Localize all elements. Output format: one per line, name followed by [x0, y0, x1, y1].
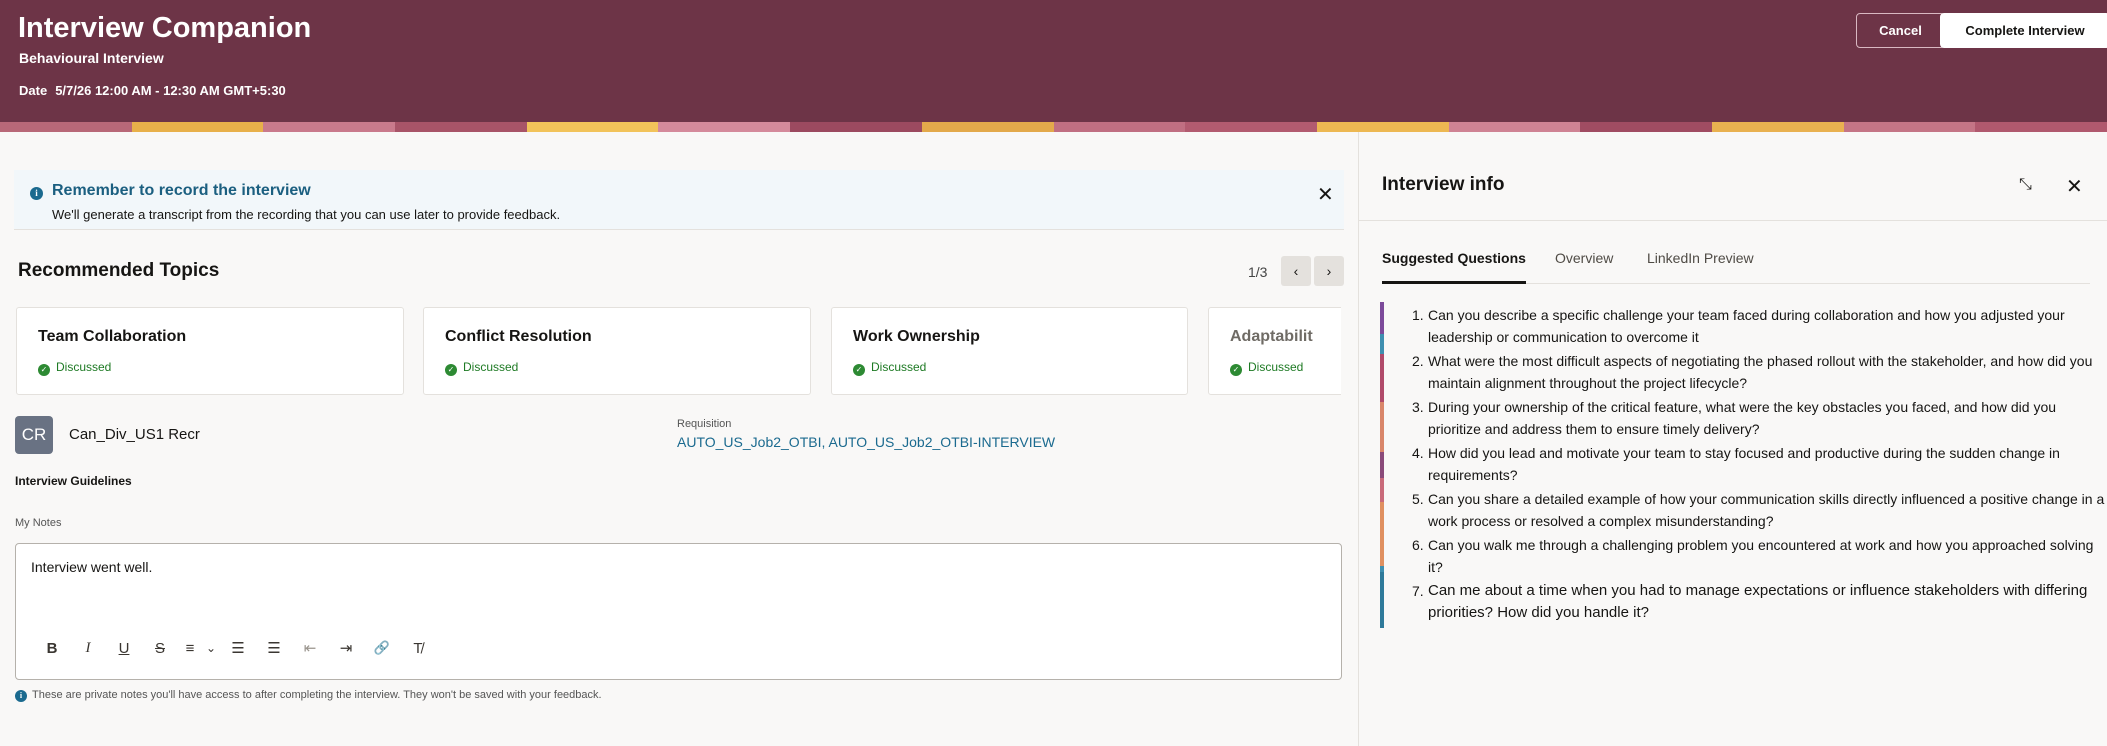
align-icon[interactable]: ≡ — [178, 640, 202, 657]
info-tabs: Suggested Questions Overview LinkedIn Pr… — [1382, 250, 2090, 284]
topic-card[interactable]: Work Ownership ✓ Discussed — [831, 307, 1188, 395]
underline-icon[interactable]: U — [106, 640, 142, 657]
question-number: 1. — [1412, 307, 1424, 323]
status-label: Discussed — [463, 360, 519, 374]
check-icon: ✓ — [853, 364, 865, 376]
list-item: 6. Can you walk me through a challenging … — [1412, 534, 2107, 578]
question-number: 3. — [1412, 399, 1424, 415]
list-item: 5. Can you share a detailed example of ho… — [1412, 488, 2107, 532]
close-icon[interactable]: ✕ — [1317, 182, 1334, 207]
interview-guidelines-link[interactable]: Interview Guidelines — [15, 474, 132, 488]
list-item: 3. During your ownership of the critical … — [1412, 396, 2107, 440]
list-item: 7. Can me about a time when you had to ma… — [1412, 580, 2107, 624]
list-item: 2. What were the most difficult aspects o… — [1412, 350, 2107, 394]
notes-text[interactable]: Interview went well. — [31, 559, 152, 575]
status-label: Discussed — [871, 360, 927, 374]
info-icon: i — [15, 690, 27, 702]
banner-text: We'll generate a transcript from the rec… — [52, 207, 561, 222]
topic-title: Team Collaboration — [38, 328, 187, 345]
tab-overview[interactable]: Overview — [1555, 250, 1613, 284]
banner-title: Remember to record the interview — [52, 182, 311, 199]
topics-pager: 1/3 — [1248, 264, 1268, 280]
recommended-topics-title: Recommended Topics — [18, 260, 220, 281]
topic-title: Work Ownership — [853, 328, 980, 345]
italic-icon[interactable]: I — [70, 640, 106, 657]
question-text: Can you share a detailed example of how … — [1428, 491, 2105, 529]
outdent-icon[interactable]: ⇤ — [292, 639, 328, 657]
topic-status: ✓ Discussed — [38, 360, 111, 376]
notes-label: My Notes — [15, 517, 62, 529]
topic-status: ✓ Discussed — [1230, 360, 1303, 376]
check-icon: ✓ — [445, 364, 457, 376]
status-label: Discussed — [1248, 360, 1304, 374]
candidate-name: Can_Div_US1 Recr — [69, 426, 200, 443]
date-value: 5/7/26 12:00 AM - 12:30 AM GMT+5:30 — [55, 83, 286, 98]
strikethrough-icon[interactable]: S — [142, 640, 178, 657]
page-header: Interview Companion Behavioural Intervie… — [0, 0, 2107, 132]
topic-status: ✓ Discussed — [853, 360, 926, 376]
info-icon: i — [30, 187, 43, 200]
record-reminder-banner: i Remember to record the interview We'll… — [14, 170, 1344, 230]
avatar: CR — [15, 416, 53, 454]
topic-card[interactable]: Team Collaboration ✓ Discussed — [16, 307, 404, 395]
topic-title: Adaptabilit — [1230, 328, 1313, 345]
indent-icon[interactable]: ⇥ — [328, 639, 364, 657]
requisition-link[interactable]: AUTO_US_Job2_OTBI, AUTO_US_Job2_OTBI-INT… — [677, 434, 1055, 450]
list-item: 4. How did you lead and motivate your tea… — [1412, 442, 2107, 486]
notes-hint: i These are private notes you'll have acc… — [15, 689, 602, 702]
question-text: What were the most difficult aspects of … — [1428, 353, 2093, 391]
question-number: 7. — [1412, 583, 1424, 599]
question-text: How did you lead and motivate your team … — [1428, 445, 2060, 483]
topic-card[interactable]: Conflict Resolution ✓ Discussed — [423, 307, 811, 395]
bold-icon[interactable]: B — [34, 640, 70, 657]
previous-page-button[interactable]: ‹ — [1281, 256, 1311, 286]
clear-format-icon[interactable]: T̸ — [400, 640, 436, 657]
notes-hint-text: These are private notes you'll have acce… — [32, 689, 602, 701]
status-label: Discussed — [56, 360, 112, 374]
check-icon: ✓ — [1230, 364, 1242, 376]
interview-info-panel: Interview info ⤡ ✕ Suggested Questions O… — [1358, 132, 2107, 746]
topic-cards: Team Collaboration ✓ Discussed Conflict R… — [16, 307, 1341, 397]
date-label: Date — [19, 83, 48, 98]
list-item: 1. Can you describe a specific challenge … — [1412, 304, 2107, 348]
chevron-down-icon[interactable]: ⌄ — [202, 641, 220, 655]
interview-date: Date 5/7/26 12:00 AM - 12:30 AM GMT+5:30 — [19, 83, 286, 98]
question-text: Can you walk me through a challenging pr… — [1428, 537, 2094, 575]
topic-status: ✓ Discussed — [445, 360, 518, 376]
divider — [1359, 220, 2107, 221]
tab-linkedin-preview[interactable]: LinkedIn Preview — [1647, 250, 1754, 284]
editor-toolbar: B I U S ≡ ⌄ ☰ ☰ ⇤ ⇥ 🔗 T̸ — [34, 636, 436, 660]
main-pane: i Remember to record the interview We'll… — [0, 132, 1358, 746]
question-number: 5. — [1412, 491, 1424, 507]
topic-title: Conflict Resolution — [445, 328, 592, 345]
topic-color-bar — [1380, 302, 1384, 628]
topic-card[interactable]: Adaptabilit ✓ Discussed — [1208, 307, 1341, 395]
requisition-label: Requisition — [677, 418, 732, 430]
numbered-list-icon[interactable]: ☰ — [256, 639, 292, 657]
question-number: 4. — [1412, 445, 1424, 461]
bulleted-list-icon[interactable]: ☰ — [220, 639, 256, 657]
close-icon[interactable]: ✕ — [2066, 174, 2083, 199]
link-icon[interactable]: 🔗 — [364, 640, 400, 656]
header-decorative-band — [0, 122, 2107, 132]
question-text: Can me about a time when you had to mana… — [1428, 582, 2088, 621]
check-icon: ✓ — [38, 364, 50, 376]
next-page-button[interactable]: › — [1314, 256, 1344, 286]
panel-title: Interview info — [1382, 174, 1505, 195]
notes-editor[interactable]: Interview went well. B I U S ≡ ⌄ ☰ ☰ ⇤ ⇥… — [15, 543, 1342, 680]
tab-suggested-questions[interactable]: Suggested Questions — [1382, 250, 1526, 284]
interview-type: Behavioural Interview — [19, 50, 164, 66]
cancel-button[interactable]: Cancel — [1856, 13, 1945, 48]
question-number: 2. — [1412, 353, 1424, 369]
page-title: Interview Companion — [18, 12, 312, 44]
question-text: During your ownership of the critical fe… — [1428, 399, 2057, 437]
question-number: 6. — [1412, 537, 1424, 553]
complete-interview-button[interactable]: Complete Interview — [1940, 13, 2107, 48]
collapse-icon[interactable]: ⤡ — [2019, 176, 2032, 194]
questions-list: 1. Can you describe a specific challenge … — [1412, 304, 2107, 626]
question-text: Can you describe a specific challenge yo… — [1428, 307, 2065, 345]
